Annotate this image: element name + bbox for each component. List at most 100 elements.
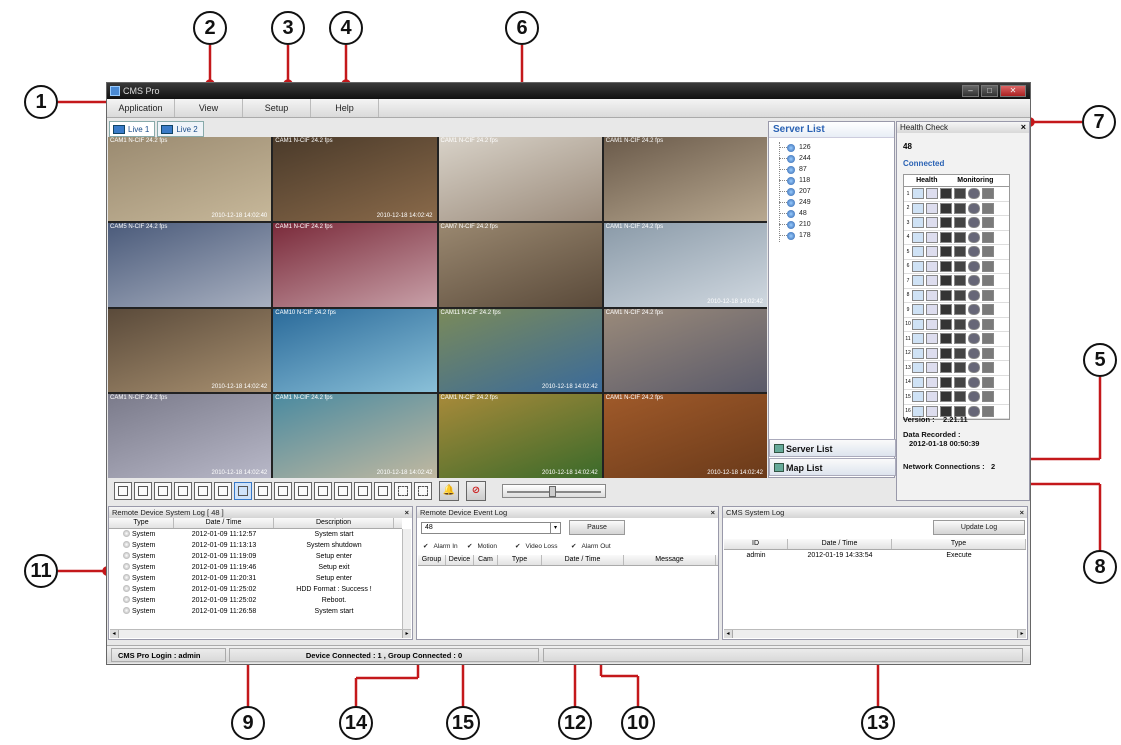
log-description: System shutdown — [306, 542, 362, 549]
horizontal-scrollbar[interactable]: ◂ ▸ — [724, 629, 1026, 638]
camera-view[interactable]: CAM1 N-CIF 24.2 fps 2010-12-18 14:02:42 — [273, 137, 437, 221]
close-button[interactable]: ✕ — [1000, 85, 1026, 97]
menu-application[interactable]: Application — [107, 99, 175, 117]
health-row: 11 — [904, 332, 1009, 347]
camera-timestamp: 2010-12-18 14:02:42 — [376, 470, 433, 476]
camera-view[interactable]: CAM1 N-CIF 24.2 fps — [603, 308, 767, 393]
close-icon[interactable]: × — [711, 507, 715, 518]
device-select[interactable]: 48 ▾ — [421, 522, 561, 534]
fullscreen-button[interactable] — [414, 482, 432, 500]
layout-32-split-button[interactable] — [314, 482, 332, 500]
map-list-button[interactable]: Map List — [769, 458, 896, 476]
camera-view[interactable]: CAM1 N-CIF 24.2 fps — [438, 137, 602, 221]
column-date-time: Date / Time — [542, 555, 624, 565]
log-time: 2012-01-19 14:33:54 — [807, 552, 873, 559]
camera-view[interactable]: CAM1 N-CIF 24.2 fps 2010-12-18 14:02:40 — [108, 137, 272, 221]
server-item[interactable]: 207 — [769, 186, 894, 197]
slider-thumb[interactable] — [549, 486, 556, 497]
layout-4-split-button[interactable] — [134, 482, 152, 500]
layout-13-split-button[interactable] — [234, 482, 252, 500]
camera-view[interactable]: CAM7 N-CIF 24.2 fps — [438, 222, 602, 307]
log-type: System — [131, 531, 156, 538]
column-type: Type — [892, 539, 1026, 549]
camera-view[interactable]: CAM11 N-CIF 24.2 fps 2010-12-18 14:02:42 — [438, 308, 602, 393]
layout-36-split-button[interactable] — [334, 482, 352, 500]
volume-slider[interactable] — [502, 484, 606, 498]
layout-9-split-button[interactable] — [194, 482, 212, 500]
server-item[interactable]: 244 — [769, 153, 894, 164]
table-row[interactable]: System 2012-01-09 11:25:02 HDD Format : … — [109, 584, 412, 595]
status-dot-icon — [123, 563, 130, 570]
motion-icon — [954, 202, 966, 214]
table-row[interactable]: System 2012-01-09 11:19:46 Setup exit — [109, 562, 412, 573]
camera-view[interactable]: CAM1 N-CIF 24.2 fps 2010-12-18 14:02:42 — [108, 394, 272, 478]
menu-setup[interactable]: Setup — [243, 99, 311, 117]
tab-live-2[interactable]: Live 2 — [157, 121, 204, 137]
layout-49-split-button[interactable] — [354, 482, 372, 500]
server-item[interactable]: 118 — [769, 175, 894, 186]
camera-view[interactable]: CAM5 N-CIF 24.2 fps — [108, 222, 272, 307]
table-row[interactable]: System 2012-01-09 11:19:09 Setup enter — [109, 551, 412, 562]
channel-number: 7 — [906, 277, 910, 284]
table-row[interactable]: System 2012-01-09 11:12:57 System start — [109, 529, 412, 540]
table-row[interactable]: System 2012-01-09 11:25:02 Reboot. — [109, 595, 412, 606]
alarm-out-checkbox[interactable]: ✔ Alarm Out — [571, 542, 611, 550]
channel-number: 1 — [906, 190, 910, 197]
server-item[interactable]: 178 — [769, 230, 894, 241]
layout-20-split-button[interactable] — [274, 482, 292, 500]
mic-icon — [968, 318, 980, 330]
camera-icon — [940, 318, 952, 330]
pause-button[interactable]: Pause — [569, 520, 625, 535]
mic-icon — [968, 376, 980, 388]
camera-view[interactable]: CAM1 N-CIF 24.2 fps 2010-12-18 14:02:42 — [603, 222, 767, 307]
server-list-button[interactable]: Server List — [769, 439, 896, 457]
camera-view[interactable]: CAM10 N-CIF 24.2 fps — [273, 308, 437, 393]
camera-label: CAM1 N-CIF 24.2 fps — [605, 138, 664, 144]
table-row[interactable]: admin 2012-01-19 14:33:54 Execute — [724, 550, 1026, 561]
layout-16-split-button[interactable] — [254, 482, 272, 500]
camera-view[interactable]: CAM1 N-CIF 24.2 fps — [603, 137, 767, 221]
log-type: Execute — [946, 552, 972, 559]
close-icon[interactable]: × — [1021, 122, 1026, 132]
camera-view[interactable]: CAM1 N-CIF 24.2 fps — [273, 222, 437, 307]
stop-audio-button[interactable]: ⊘ — [466, 481, 486, 501]
layout-64-split-button[interactable] — [374, 482, 392, 500]
server-item[interactable]: 126 — [769, 142, 894, 153]
sequence-button[interactable] — [394, 482, 412, 500]
layout-8-split-button[interactable] — [174, 482, 192, 500]
close-icon[interactable]: × — [405, 507, 409, 518]
update-log-button[interactable]: Update Log — [933, 520, 1025, 535]
tab-live-1[interactable]: Live 1 — [109, 121, 156, 137]
record-icon — [926, 318, 938, 330]
layout-25-split-button[interactable] — [294, 482, 312, 500]
record-icon — [926, 347, 938, 359]
server-item[interactable]: 249 — [769, 197, 894, 208]
health-table-header: Health Monitoring — [904, 175, 1009, 187]
table-row[interactable]: System 2012-01-09 11:13:13 System shutdo… — [109, 540, 412, 551]
server-item[interactable]: 48 — [769, 208, 894, 219]
camera-view[interactable]: CAM1 N-CIF 24.2 fps 2010-12-18 14:02:42 — [438, 394, 602, 478]
alarm-bell-button[interactable]: 🔔 — [439, 481, 459, 501]
horizontal-scrollbar[interactable]: ◂ ▸ — [110, 629, 411, 638]
layout-1-split-button[interactable] — [114, 482, 132, 500]
layout-6-split-button[interactable] — [154, 482, 172, 500]
table-row[interactable]: System 2012-01-09 11:20:31 Setup enter — [109, 573, 412, 584]
camera-view[interactable]: CAM1 N-CIF 24.2 fps 2010-12-18 14:02:42 — [273, 394, 437, 478]
server-item[interactable]: 87 — [769, 164, 894, 175]
maximize-button[interactable]: □ — [981, 85, 998, 97]
alarm-in-checkbox[interactable]: ✔ Alarm In — [423, 542, 458, 550]
menu-view[interactable]: View — [175, 99, 243, 117]
camera-view[interactable]: 2010-12-18 14:02:42 — [108, 308, 272, 393]
camera-view[interactable]: CAM1 N-CIF 24.2 fps 2010-12-18 14:02:42 — [603, 394, 767, 478]
menu-help[interactable]: Help — [311, 99, 379, 117]
video-loss-checkbox[interactable]: ✔ Video Loss — [515, 542, 558, 550]
table-row[interactable]: System 2012-01-09 11:26:58 System start — [109, 606, 412, 617]
motion-checkbox[interactable]: ✔ Motion — [467, 542, 497, 550]
minimize-button[interactable]: – — [962, 85, 979, 97]
layout-10-split-button[interactable] — [214, 482, 232, 500]
close-icon[interactable]: × — [1020, 507, 1024, 518]
column-date-time: Date / Time — [788, 539, 892, 549]
vertical-scrollbar[interactable] — [402, 529, 411, 629]
server-item[interactable]: 210 — [769, 219, 894, 230]
alarm-icon — [982, 405, 994, 417]
